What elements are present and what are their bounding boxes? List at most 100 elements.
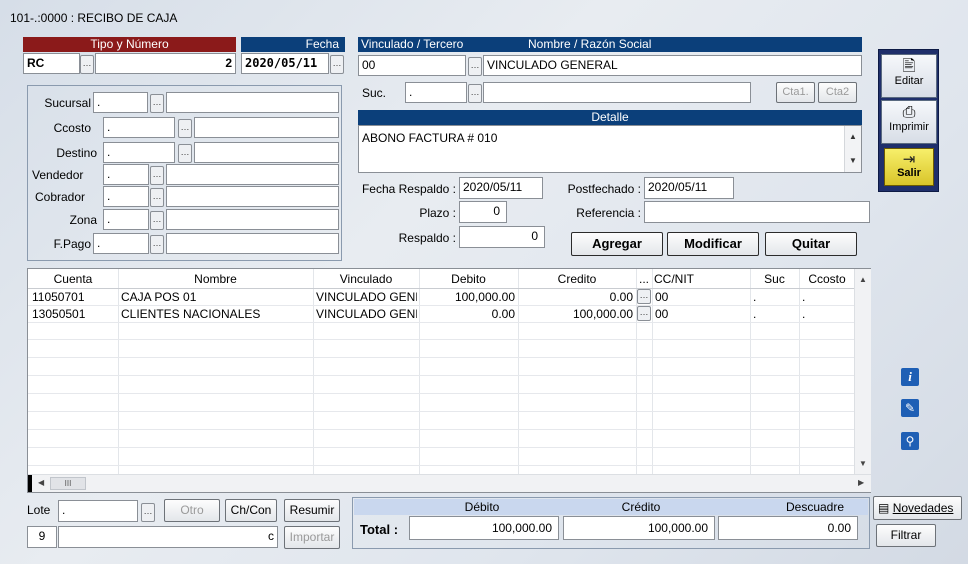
ccosto-name-field [194,117,339,138]
detalle-text: ABONO FACTURA # 010 [362,131,498,145]
scroll-up-icon[interactable]: ▲ [849,132,857,141]
cell-credito: 0.00 [609,290,633,304]
lote-c-field[interactable]: c [58,526,278,548]
postfechado-field[interactable]: 2020/05/11 [644,177,734,199]
importar-button[interactable]: Importar [284,526,340,549]
tipo-code-field[interactable]: RC [23,53,80,74]
col-header-debito[interactable]: Debito [419,272,518,286]
ccosto-field[interactable]: . [103,117,175,138]
respaldo-field[interactable]: 0 [459,226,545,248]
tercero-header-left: Vinculado / Tercero [361,37,464,51]
tercero-header: Vinculado / Tercero Nombre / Razón Socia… [358,37,862,52]
fecha-picker-button[interactable]: … [330,55,344,74]
document-icon: ▤ [878,501,890,515]
fpago-lookup-button[interactable]: … [150,235,164,254]
modificar-button[interactable]: Modificar [667,232,759,256]
credito-total-label: Crédito [621,500,661,514]
suc-field[interactable]: . [405,82,467,103]
col-header-lookup[interactable]: ... [636,272,652,286]
scroll-left-icon[interactable]: ◀ [38,478,44,487]
cobrador-name-field [166,186,339,207]
destino-field[interactable]: . [103,142,175,163]
col-header-ccosto[interactable]: Ccosto [799,272,855,286]
filtrar-button[interactable]: Filtrar [876,524,936,547]
grid-horizontal-scrollbar[interactable]: ◀ III ▶ [28,474,871,492]
credito-total-field: 100,000.00 [563,516,715,540]
quitar-button[interactable]: Quitar [765,232,857,256]
cell-vinculado: VINCULADO GENE [316,290,417,304]
zona-lookup-button[interactable]: … [150,211,164,230]
agregar-button[interactable]: Agregar [571,232,663,256]
search-icon[interactable]: ⚲ [901,432,919,450]
window-title: 101-.:0000 : RECIBO DE CAJA [10,11,178,25]
col-header-ccnit[interactable]: CC/NIT [654,272,750,286]
field-label-ccosto: Ccosto [53,121,91,135]
cell-ccnit: 00 [655,307,669,321]
tipo-number-field[interactable]: 2 [95,53,236,74]
col-header-vinculado[interactable]: Vinculado [313,272,419,286]
lote-number-field[interactable]: 9 [27,526,57,548]
suc-lookup-button[interactable]: … [468,84,482,103]
fpago-field[interactable]: . [93,233,149,254]
attachment-icon[interactable]: ✎ [901,399,919,417]
zona-name-field [166,209,339,230]
tercero-code-field[interactable]: 00 [358,55,466,76]
sucursal-field[interactable]: . [93,92,148,113]
row-lookup-button[interactable]: … [637,306,651,321]
col-header-cuenta[interactable]: Cuenta [28,272,118,286]
novedades-button[interactable]: ▤ Novedades [873,496,962,520]
grid-vertical-scrollbar[interactable]: ▲ ▼ [854,269,871,474]
sucursal-lookup-button[interactable]: … [150,94,164,113]
salir-button[interactable]: ⇥ Salir [884,148,934,186]
otro-button[interactable]: Otro [164,499,220,522]
scroll-up-icon[interactable]: ▲ [859,275,867,284]
cell-ccnit: 00 [655,290,669,304]
cta1-button[interactable]: Cta1. [776,82,815,103]
cell-cuenta: 11050701 [32,290,85,304]
scroll-down-icon[interactable]: ▼ [849,156,857,165]
cobrador-lookup-button[interactable]: … [150,188,164,207]
col-header-suc[interactable]: Suc [750,272,799,286]
tercero-lookup-button[interactable]: … [468,57,482,76]
descuadre-total-label: Descuadre [785,500,845,514]
destino-lookup-button[interactable]: … [178,144,192,163]
referencia-field[interactable] [644,201,870,223]
detalle-textarea[interactable]: ABONO FACTURA # 010 ▲ ▼ [358,125,862,173]
table-row[interactable]: 11050701 CAJA POS 01 VINCULADO GENE 100,… [28,289,855,305]
cell-debito: 100,000.00 [454,290,515,304]
fecha-respaldo-label: Fecha Respaldo : [361,182,456,196]
plazo-field[interactable]: 0 [459,201,507,223]
chcon-button[interactable]: Ch/Con [225,499,277,522]
col-header-nombre[interactable]: Nombre [118,272,313,286]
cell-cuenta: 13050501 [32,307,86,321]
resumir-button[interactable]: Resumir [284,499,340,522]
scroll-thumb[interactable]: III [50,477,86,490]
scroll-down-icon[interactable]: ▼ [859,459,867,468]
vendedor-field[interactable]: . [103,164,149,185]
table-row[interactable]: 13050501 CLIENTES NACIONALES VINCULADO G… [28,306,855,322]
detalle-scrollbar[interactable]: ▲ ▼ [844,126,861,172]
row-lookup-button[interactable]: … [637,289,651,304]
cell-suc: . [753,307,757,321]
cta2-button[interactable]: Cta2 [818,82,857,103]
postfechado-label: Postfechado : [567,182,641,196]
editar-button[interactable]: 🖹 Editar [881,54,937,98]
vendedor-lookup-button[interactable]: … [150,166,164,185]
field-label-zona: Zona [69,213,97,227]
tercero-name-field[interactable]: VINCULADO GENERAL [483,55,862,76]
col-header-credito[interactable]: Credito [518,272,636,286]
ccosto-lookup-button[interactable]: … [178,119,192,138]
lote-lookup-button[interactable]: … [141,503,155,522]
scroll-right-icon[interactable]: ▶ [858,478,864,487]
lote-field[interactable]: . [58,500,138,522]
fecha-field[interactable]: 2020/05/11 [241,53,329,74]
cobrador-field[interactable]: . [103,186,149,207]
cell-credito: 100,000.00 [572,307,633,321]
imprimir-button[interactable]: ⎙ Imprimir [881,100,937,144]
info-icon[interactable]: i [901,368,919,386]
tipo-lookup-button[interactable]: … [80,55,94,74]
fecha-respaldo-field[interactable]: 2020/05/11 [459,177,543,199]
respaldo-label: Respaldo : [398,231,456,245]
suc-name-field[interactable] [483,82,751,103]
zona-field[interactable]: . [103,209,149,230]
